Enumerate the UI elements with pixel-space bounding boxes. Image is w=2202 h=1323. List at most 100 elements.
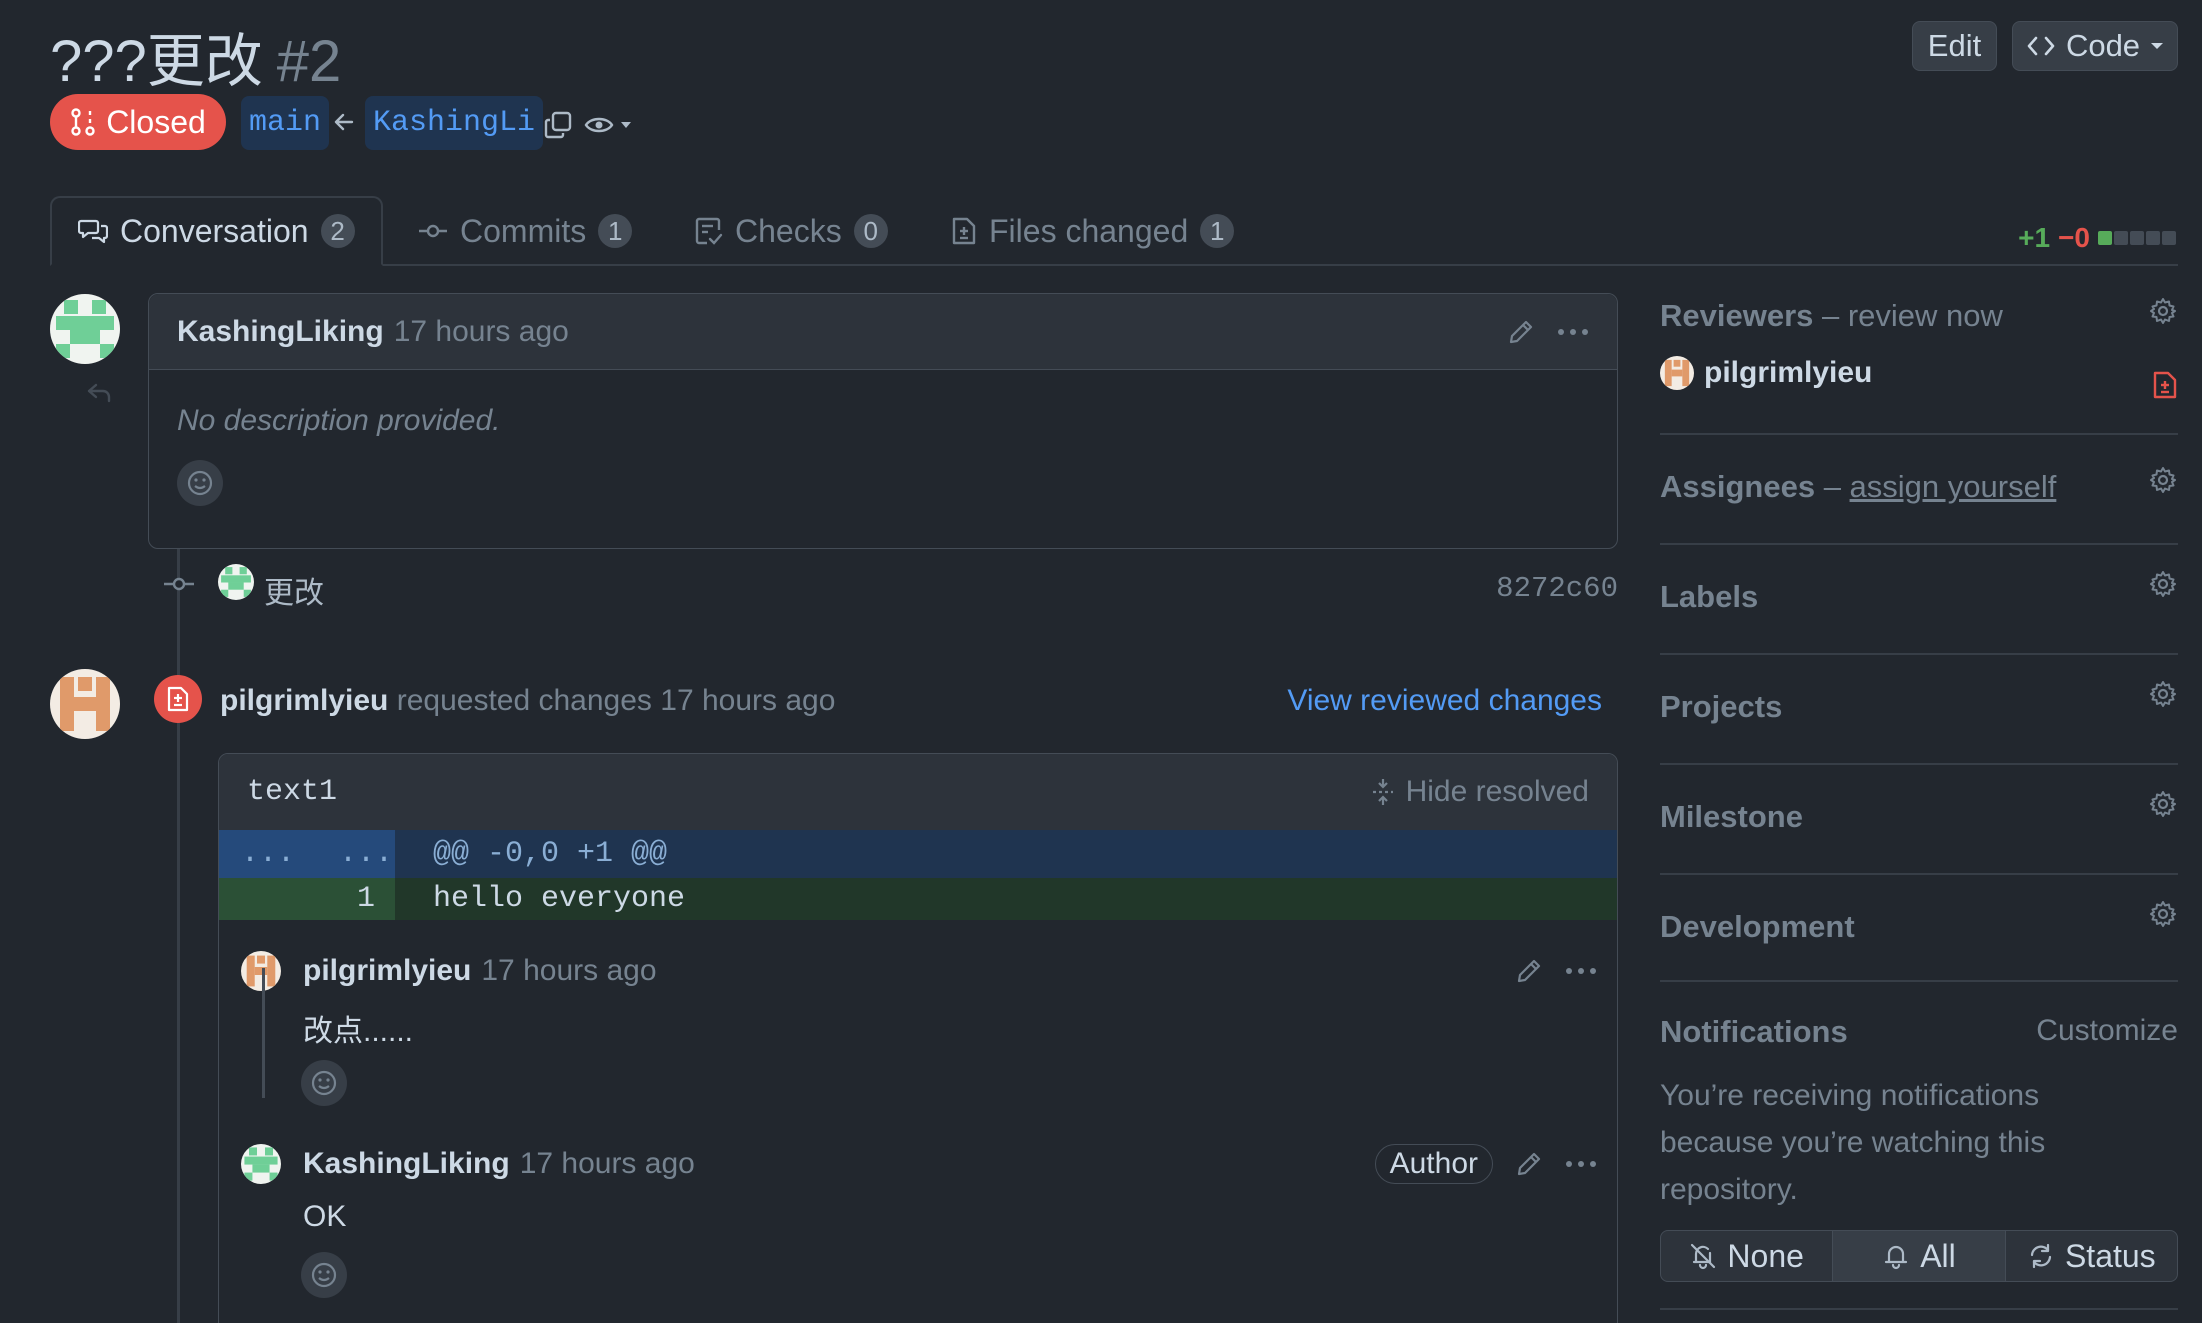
thread-comment-time[interactable]: 17 hours ago bbox=[481, 954, 656, 988]
thread-comment-author[interactable]: pilgrimlyieu bbox=[303, 954, 471, 988]
base-branch[interactable]: main bbox=[241, 96, 330, 150]
line-number[interactable]: 1 bbox=[219, 878, 395, 920]
hide-resolved-label: Hide resolved bbox=[1405, 775, 1589, 808]
notify-all-button[interactable]: All bbox=[1833, 1231, 2006, 1281]
smiley-icon bbox=[186, 469, 214, 497]
sidebar-notifications-header: Notifications Customize bbox=[1660, 1014, 2178, 1050]
comment-header: KashingLiking 17 hours ago bbox=[149, 294, 1617, 370]
pencil-icon[interactable] bbox=[1507, 318, 1535, 346]
notification-toggle-group: None All Status bbox=[1660, 1230, 2178, 1282]
notifications-title: Notifications bbox=[1660, 1014, 1848, 1049]
notify-status-button[interactable]: Status bbox=[2006, 1231, 2177, 1281]
view-reviewed-changes-link[interactable]: View reviewed changes bbox=[1287, 684, 1602, 718]
thread-comment-time[interactable]: 17 hours ago bbox=[520, 1147, 695, 1181]
gear-icon[interactable] bbox=[2148, 569, 2178, 599]
sidebar-milestone-title[interactable]: Milestone bbox=[1660, 799, 2178, 835]
thread-connector bbox=[262, 968, 265, 1098]
assign-yourself-link[interactable]: assign yourself bbox=[1850, 469, 2057, 504]
commit-sha[interactable]: 8272c60 bbox=[1496, 572, 1618, 605]
hunk-gutter-new: ... bbox=[339, 837, 394, 871]
tab-files-changed-count: 1 bbox=[1200, 214, 1235, 248]
hide-resolved-button[interactable]: Hide resolved bbox=[1370, 775, 1589, 809]
tab-commits-count: 1 bbox=[598, 214, 633, 248]
code-icon bbox=[2026, 34, 2056, 58]
author-badge: Author bbox=[1374, 1144, 1493, 1184]
pencil-icon[interactable] bbox=[1515, 1150, 1543, 1178]
base-branch-name: main bbox=[249, 106, 322, 140]
gear-icon[interactable] bbox=[2148, 789, 2178, 819]
pencil-icon[interactable] bbox=[1515, 957, 1543, 985]
reply-icon bbox=[86, 382, 112, 404]
code-button[interactable]: Code bbox=[2012, 21, 2178, 71]
customize-link[interactable]: Customize bbox=[2036, 1014, 2178, 1050]
avatar[interactable] bbox=[50, 669, 120, 739]
add-reaction-button[interactable] bbox=[301, 1060, 347, 1106]
hunk-header-text: @@ -0,0 +1 @@ bbox=[433, 837, 668, 871]
diff-added-line: 1 hello everyone bbox=[219, 878, 1617, 920]
timeline-line bbox=[177, 540, 180, 1323]
kebab-icon[interactable] bbox=[1557, 328, 1589, 336]
comment-time[interactable]: 17 hours ago bbox=[394, 315, 569, 349]
sidebar-development: Development bbox=[1660, 875, 2178, 982]
avatar[interactable] bbox=[50, 294, 120, 364]
add-reaction-button[interactable] bbox=[177, 460, 223, 506]
tab-files-changed-label: Files changed bbox=[989, 212, 1189, 249]
diffstat-additions: +1 bbox=[2018, 222, 2051, 253]
gear-icon[interactable] bbox=[2148, 899, 2178, 929]
gear-icon[interactable] bbox=[2148, 465, 2178, 495]
tab-checks[interactable]: Checks 0 bbox=[695, 196, 888, 266]
gear-icon[interactable] bbox=[2148, 296, 2178, 326]
commit-message[interactable]: 更改 bbox=[264, 568, 324, 612]
thread-comment-header: pilgrimlyieu 17 hours ago bbox=[241, 951, 1597, 991]
comment-body: No description provided. bbox=[177, 404, 501, 437]
kebab-icon[interactable] bbox=[1565, 967, 1597, 975]
thread-comment-author[interactable]: KashingLiking bbox=[303, 1147, 510, 1181]
commit-icon bbox=[418, 221, 448, 241]
tab-checks-label: Checks bbox=[735, 212, 842, 249]
comment-discussion-icon bbox=[78, 216, 108, 246]
tab-conversation[interactable]: Conversation 2 bbox=[50, 196, 383, 266]
review-now-link[interactable]: review now bbox=[1848, 298, 2003, 333]
add-reaction-button[interactable] bbox=[301, 1252, 347, 1298]
head-branch-name: KashingLi bbox=[373, 106, 536, 140]
review-author[interactable]: pilgrimlyieu bbox=[220, 684, 388, 717]
reviewers-separator: – bbox=[1813, 298, 1848, 333]
reviewer-item[interactable]: pilgrimlyieu bbox=[1660, 356, 2178, 390]
sidebar-assignees-title[interactable]: Assignees – assign yourself bbox=[1660, 469, 2178, 505]
sidebar-development-title[interactable]: Development bbox=[1660, 909, 2178, 945]
avatar[interactable] bbox=[218, 564, 254, 600]
notify-status-label: Status bbox=[2064, 1237, 2156, 1274]
pr-number: #2 bbox=[276, 29, 342, 94]
copy-icon[interactable] bbox=[543, 110, 573, 140]
edit-button[interactable]: Edit bbox=[1912, 21, 1997, 71]
notify-all-label: All bbox=[1920, 1237, 1956, 1274]
diffstat-bar bbox=[2098, 231, 2178, 245]
avatar[interactable] bbox=[241, 951, 281, 991]
review-time[interactable]: 17 hours ago bbox=[660, 684, 835, 717]
avatar[interactable] bbox=[241, 1144, 281, 1184]
tab-commits[interactable]: Commits 1 bbox=[418, 196, 633, 266]
tab-conversation-label: Conversation bbox=[120, 212, 309, 249]
notify-none-button[interactable]: None bbox=[1661, 1231, 1834, 1281]
watch-branch-dropdown[interactable] bbox=[584, 113, 632, 137]
comment-author[interactable]: KashingLiking bbox=[177, 315, 384, 349]
closed-pr-icon bbox=[70, 107, 96, 137]
sidebar-labels-title[interactable]: Labels bbox=[1660, 579, 2178, 615]
review-action: requested changes bbox=[396, 684, 652, 717]
gear-icon[interactable] bbox=[2148, 679, 2178, 709]
hunk-gutter[interactable]: ... ... bbox=[219, 830, 395, 878]
head-branch[interactable]: KashingLi bbox=[365, 96, 544, 150]
caret-down-icon bbox=[620, 121, 632, 129]
reviewer-name: pilgrimlyieu bbox=[1704, 356, 1873, 389]
sidebar-reviewers-title[interactable]: Reviewers – review now bbox=[1660, 298, 2178, 334]
file-diff-icon bbox=[951, 216, 977, 246]
review-file-name[interactable]: text1 bbox=[247, 775, 337, 809]
commit-icon bbox=[163, 574, 195, 594]
tab-files-changed[interactable]: Files changed 1 bbox=[951, 196, 1235, 266]
pr-state-label: Closed bbox=[106, 103, 206, 140]
sidebar-projects-title[interactable]: Projects bbox=[1660, 689, 2178, 725]
kebab-icon[interactable] bbox=[1565, 1160, 1597, 1168]
sync-icon bbox=[2027, 1242, 2055, 1270]
tab-checks-count: 0 bbox=[853, 214, 888, 248]
pr-state-badge: Closed bbox=[50, 94, 226, 150]
